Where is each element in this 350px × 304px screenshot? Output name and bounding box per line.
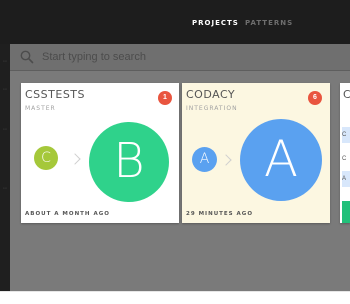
search-input[interactable] (42, 47, 342, 67)
search-bar (10, 44, 350, 71)
main-content: CSSTESTS MASTER 1 C B ABOUT A MONTH AGO … (10, 44, 350, 291)
card-title: CSSTESTS (25, 88, 85, 101)
chevron-right-icon (220, 154, 232, 166)
target-commit-avatar: A (240, 119, 322, 201)
project-card-csstests[interactable]: CSSTESTS MASTER 1 C B ABOUT A MONTH AGO (21, 83, 179, 223)
sidebar: ◦◦ ◦◦ ◦◦ ◦◦ (0, 44, 10, 291)
card-branch: INTEGRATION (186, 105, 238, 112)
nav-tab-patterns[interactable]: PATTERNS (245, 19, 293, 27)
bottom-strip (0, 291, 350, 304)
source-commit-avatar: C (34, 146, 58, 170)
card-title: CODACY (186, 88, 236, 101)
nav-tab-projects[interactable]: PROJECTS (192, 19, 239, 27)
card-branch: MASTER (25, 105, 56, 112)
target-commit-avatar: B (89, 122, 169, 202)
sidebar-item-icon[interactable]: ◦◦ (0, 185, 10, 193)
top-nav-bar: PROJECTS PATTERNS (0, 0, 350, 44)
search-icon (20, 50, 34, 64)
sidebar-item-icon[interactable]: ◦◦ (0, 126, 10, 134)
notification-badge: 1 (158, 91, 172, 105)
list-item[interactable]: C (342, 127, 350, 143)
card-updated-time: ABOUT A MONTH AGO (25, 211, 110, 217)
action-strip[interactable] (342, 201, 350, 223)
card-title: C (343, 88, 350, 101)
source-commit-avatar: A (192, 147, 217, 172)
project-card-codacy[interactable]: CODACY INTEGRATION 6 A A 29 MINUTES AGO (182, 83, 330, 223)
project-card-partial[interactable]: C C C A (340, 83, 350, 223)
list-item[interactable]: A (342, 171, 350, 187)
chevron-right-icon (69, 153, 81, 165)
notification-badge: 6 (308, 91, 322, 105)
sidebar-item-icon[interactable]: ◦◦ (0, 86, 10, 94)
list-item[interactable]: C (342, 151, 350, 167)
card-updated-time: 29 MINUTES AGO (186, 211, 253, 217)
sidebar-item-icon[interactable]: ◦◦ (0, 58, 10, 66)
